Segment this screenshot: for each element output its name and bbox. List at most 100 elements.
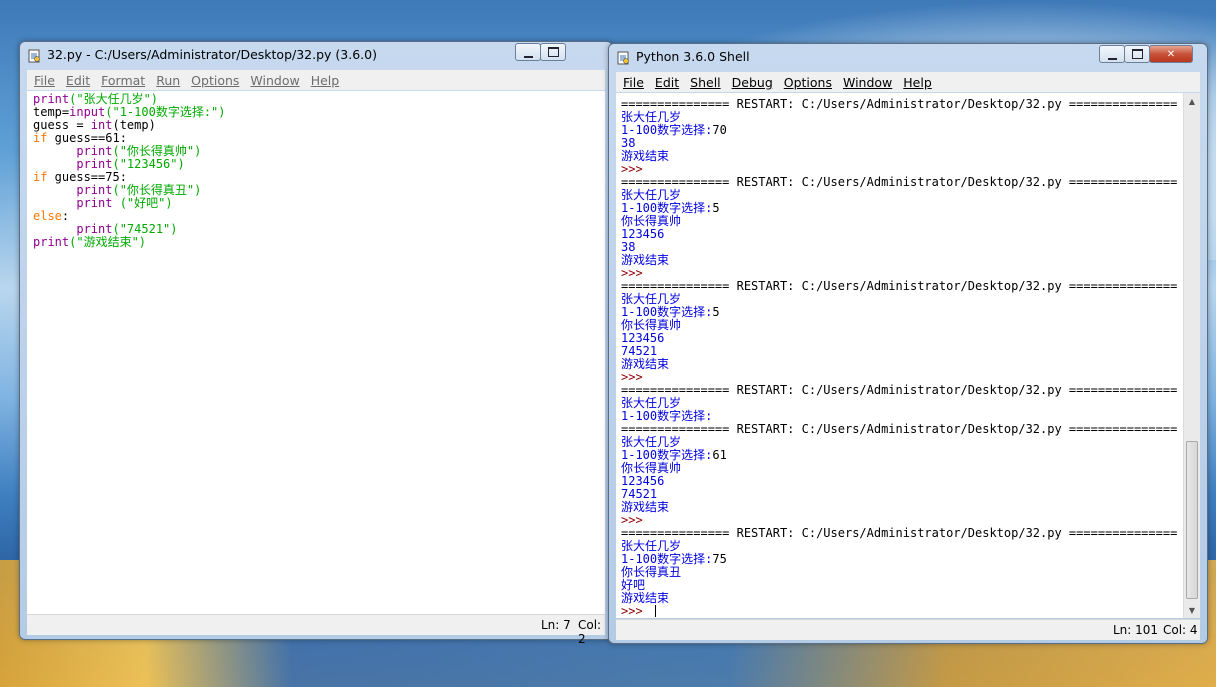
code-token: if [33, 131, 48, 145]
shell-line: 游戏结束 [621, 358, 1183, 371]
code-token: temp= [33, 105, 70, 119]
shell-user-input: 61 [712, 448, 727, 462]
minimize-icon [523, 53, 533, 58]
shell-titlebar[interactable]: Python 3.6.0 Shell ✕ [609, 44, 1207, 70]
shell-line-text: >>> [621, 370, 650, 384]
shell-line: 好吧 [621, 579, 1183, 592]
shell-line: 游戏结束 [621, 254, 1183, 267]
shell-window: Python 3.6.0 Shell ✕ File Edit Shell Deb… [608, 43, 1208, 644]
code-token: print [76, 157, 113, 171]
shell-line-text: 你长得真丑 [621, 565, 682, 579]
shell-line-text: 123456 [621, 474, 665, 488]
python-shell-icon [616, 50, 630, 65]
shell-line: 游戏结束 [621, 592, 1183, 605]
shell-line: 游戏结束 [621, 150, 1183, 163]
shell-line-text: 张大任几岁 [621, 539, 682, 553]
scroll-down-icon[interactable]: ▼ [1184, 602, 1200, 618]
maximize-button[interactable] [1124, 45, 1150, 63]
scrollbar-thumb[interactable] [1186, 441, 1198, 599]
maximize-button[interactable] [540, 43, 566, 61]
shell-line: =============== RESTART: C:/Users/Admini… [621, 98, 1183, 111]
code-token: int [90, 118, 113, 132]
close-button[interactable]: ✕ [1149, 45, 1193, 63]
shell-line-text: 张大任几岁 [621, 292, 682, 306]
shell-line-text: 张大任几岁 [621, 110, 682, 124]
code-token: ("张大任几岁") [69, 92, 159, 106]
shell-line-text: 1-100数字选择: [621, 448, 713, 462]
code-token: ("1-100数字选择:") [105, 105, 226, 119]
code-editor-text[interactable]: print("张大任几岁") temp=input("1-100数字选择:") gu… [27, 91, 605, 614]
menu-edit[interactable]: Edit [655, 75, 679, 90]
editor-status-col: Col: 2 [578, 618, 602, 646]
code-token: print [76, 183, 113, 197]
shell-user-input: 75 [712, 552, 727, 566]
shell-line-text: 74521 [621, 487, 658, 501]
menu-file[interactable]: File [623, 75, 644, 90]
shell-line-text: 1-100数字选择: [621, 201, 713, 215]
shell-line: 123456 [621, 228, 1183, 241]
menu-window[interactable]: Window [843, 75, 892, 90]
shell-line: 38 [621, 241, 1183, 254]
shell-line-text: 38 [621, 240, 636, 254]
scroll-up-icon[interactable]: ▲ [1184, 93, 1200, 109]
shell-user-input: 5 [712, 305, 720, 319]
code-token: ("游戏结束") [69, 235, 147, 249]
code-token: guess = [33, 118, 91, 132]
shell-line-text: =============== RESTART: C:/Users/Admini… [621, 279, 1178, 293]
editor-window-controls [515, 43, 566, 61]
shell-line-text: >>> [621, 513, 650, 527]
shell-line-text: =============== RESTART: C:/Users/Admini… [621, 97, 1178, 111]
shell-line-text: >>> [621, 266, 650, 280]
shell-menubar: File Edit Shell Debug Options Window Hel… [616, 72, 1200, 92]
editor-titlebar[interactable]: 32.py - C:/Users/Administrator/Desktop/3… [20, 42, 612, 68]
shell-line-text: 游戏结束 [621, 357, 670, 371]
shell-line-text: 你长得真帅 [621, 214, 682, 228]
shell-line-text: 1-100数字选择: [621, 409, 713, 423]
menu-debug[interactable]: Debug [732, 75, 773, 90]
shell-line: =============== RESTART: C:/Users/Admini… [621, 423, 1183, 436]
menu-window[interactable]: Window [250, 73, 299, 88]
menu-shell[interactable]: Shell [690, 75, 721, 90]
shell-line: 你长得真丑 [621, 566, 1183, 579]
shell-line: 123456 [621, 332, 1183, 345]
minimize-button[interactable] [515, 43, 541, 61]
shell-line-text: 38 [621, 136, 636, 150]
editor-menubar: File Edit Format Run Options Window Help [27, 70, 605, 90]
minimize-icon [1107, 55, 1117, 60]
shell-user-input: 70 [712, 123, 727, 137]
shell-line: 你长得真帅 [621, 462, 1183, 475]
editor-window: 32.py - C:/Users/Administrator/Desktop/3… [19, 41, 613, 646]
code-token: print [76, 222, 113, 236]
shell-line-text: 1-100数字选择: [621, 552, 713, 566]
menu-options[interactable]: Options [191, 73, 239, 88]
shell-line-text: 张大任几岁 [621, 435, 682, 449]
shell-line: >>> [621, 605, 1183, 618]
code-token: ("74521") [112, 222, 178, 236]
minimize-button[interactable] [1099, 45, 1125, 63]
shell-line: 123456 [621, 475, 1183, 488]
menu-help[interactable]: Help [903, 75, 932, 90]
menu-run[interactable]: Run [156, 73, 180, 88]
menu-file[interactable]: File [34, 73, 55, 88]
shell-line: =============== RESTART: C:/Users/Admini… [621, 280, 1183, 293]
close-icon: ✕ [1166, 48, 1176, 60]
code-token: (temp) [112, 118, 156, 132]
menu-options[interactable]: Options [784, 75, 832, 90]
menu-format[interactable]: Format [101, 73, 145, 88]
code-token: guess==75: [47, 170, 127, 184]
shell-line: 1-100数字选择:61 [621, 449, 1183, 462]
menu-edit[interactable]: Edit [66, 73, 90, 88]
shell-line-text: =============== RESTART: C:/Users/Admini… [621, 422, 1178, 436]
shell-vertical-scrollbar[interactable]: ▲ ▼ [1183, 93, 1200, 618]
shell-line-text: =============== RESTART: C:/Users/Admini… [621, 526, 1178, 540]
shell-line-text: 张大任几岁 [621, 396, 682, 410]
text-cursor [654, 605, 656, 617]
menu-help[interactable]: Help [311, 73, 340, 88]
shell-line-text: 74521 [621, 344, 658, 358]
shell-line: =============== RESTART: C:/Users/Admini… [621, 527, 1183, 540]
shell-line-text: 你长得真帅 [621, 461, 682, 475]
shell-line: 你长得真帅 [621, 215, 1183, 228]
shell-line-text: 游戏结束 [621, 149, 670, 163]
shell-output-text[interactable]: =============== RESTART: C:/Users/Admini… [616, 93, 1183, 618]
